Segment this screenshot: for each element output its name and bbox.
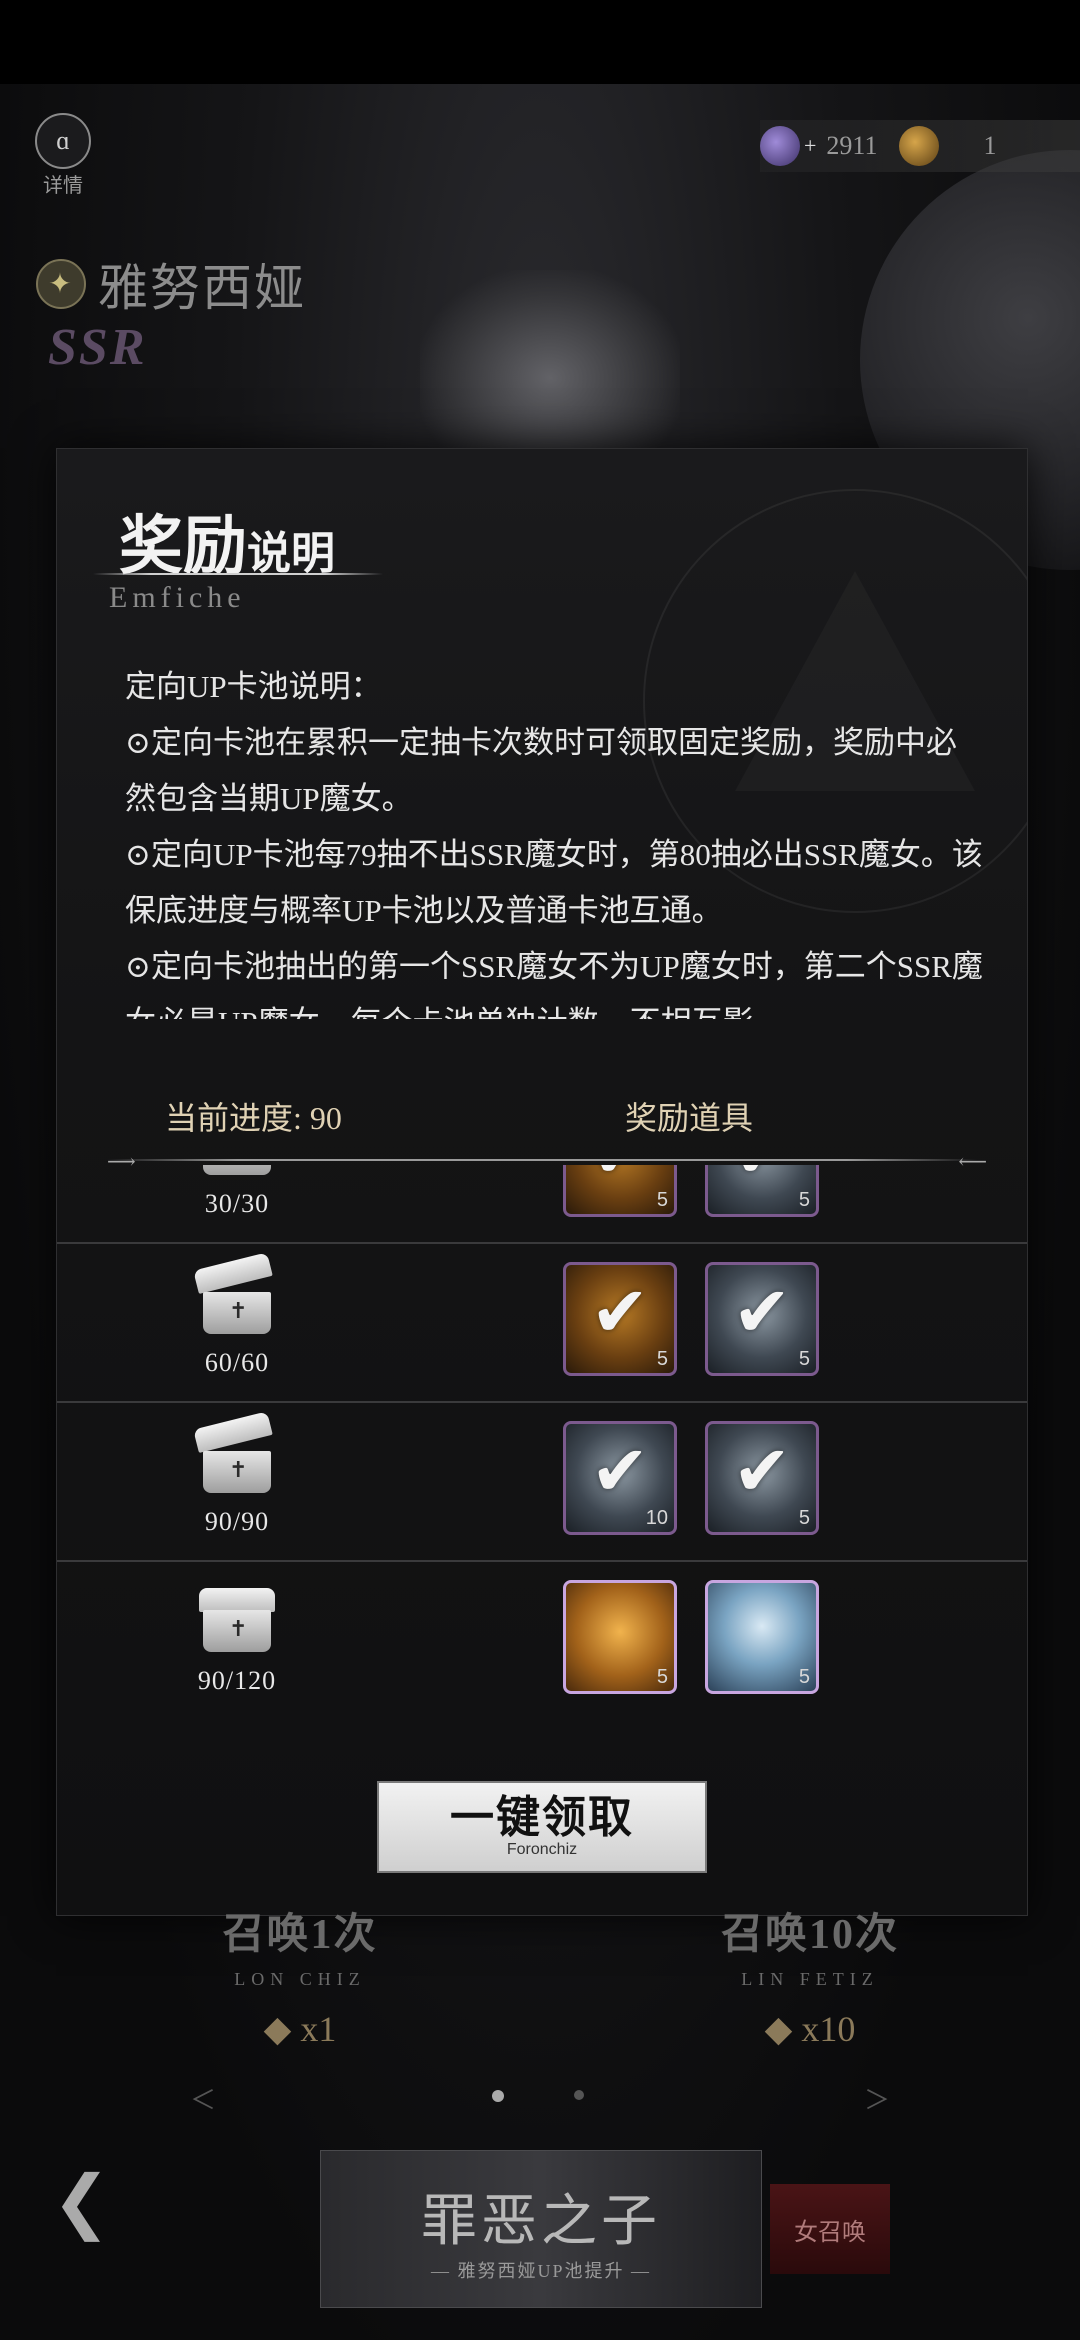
reward-items-label: 奖励道具: [625, 1100, 754, 1136]
reward-item-gold[interactable]: ✔ 5: [563, 1262, 677, 1376]
reward-list[interactable]: ✝ 30/30 ✔ 5 ✔ 5 ✝ 60/60: [57, 1165, 1027, 1725]
claim-all-button[interactable]: 一键领取 Foronchiz: [377, 1781, 707, 1873]
reward-row: ✝ 90/90 ✔ 10 ✔ 5: [57, 1403, 1027, 1562]
item-qty: 5: [656, 1348, 668, 1370]
character-name-text: 雅努西娅: [98, 260, 306, 316]
chest-open-icon: ✝: [193, 1411, 275, 1493]
reward-row: ✝ 60/60 ✔ 5 ✔ 5: [57, 1244, 1027, 1403]
reward-item-silver[interactable]: ✔ 10: [563, 1421, 677, 1535]
claim-all-label: 一键领取: [450, 1793, 634, 1842]
pager-dot[interactable]: [574, 2090, 584, 2100]
pool-description[interactable]: 定向UP卡池说明： ⊙定向卡池在累积一定抽卡次数时可领取固定奖励，奖励中必然包含…: [125, 659, 985, 1019]
ticket-icon: ◆: [263, 2009, 292, 2049]
details-button[interactable]: ɑ 详情: [28, 110, 98, 200]
description-line: ⊙定向卡池抽出的第一个SSR魔女不为UP魔女时，第二个SSR魔女必是UP魔女。每…: [125, 949, 983, 1019]
claimed-check-icon: ✔: [732, 1271, 792, 1353]
back-icon[interactable]: ❮: [52, 2160, 122, 2250]
claim-all-sublabel: Foronchiz: [506, 1841, 578, 1858]
row-count: 60/60: [204, 1348, 270, 1377]
summon-10-title: 召唤10次: [720, 1912, 899, 1958]
chest-icon: ✝: [199, 1588, 275, 1652]
banner2-label: 女召唤: [794, 2219, 866, 2246]
description-line: 定向UP卡池说明：: [125, 669, 382, 704]
reward-item-silver[interactable]: ✔ 5: [705, 1262, 819, 1376]
pager-dot-active[interactable]: [492, 2090, 504, 2102]
status-bar-area: [0, 0, 1080, 84]
reward-list-content: ✝ 30/30 ✔ 5 ✔ 5 ✝ 60/60: [57, 1165, 1027, 1719]
modal-title-big: 奖励: [119, 511, 247, 582]
item-qty: 5: [798, 1189, 810, 1211]
summon-10-cost: ◆ x10: [660, 2008, 960, 2050]
banner-pager: ＜ ＞: [0, 2080, 1080, 2115]
item-qty: 5: [798, 1666, 810, 1688]
summon-10-sub: LIN FETIZ: [741, 1969, 879, 1989]
description-line: ⊙定向卡池在累积一定抽卡次数时可领取固定奖励，奖励中必然包含当期UP魔女。: [125, 725, 957, 816]
banner-sub: — 雅努西娅UP池提升 —: [430, 2260, 651, 2281]
reward-item-gold[interactable]: ✔ 5: [563, 1165, 677, 1217]
row-count: 90/90: [204, 1507, 270, 1536]
reward-row: ✝ 30/30 ✔ 5 ✔ 5: [57, 1165, 1027, 1244]
ticket-icon: [899, 126, 940, 166]
summon-10-cost-value: x10: [801, 2009, 856, 2049]
summon-1-cost: ◆ x1: [150, 2008, 450, 2050]
details-icon: ɑ: [35, 112, 91, 169]
next-arrow-icon[interactable]: ＞: [864, 2080, 890, 2117]
character-art: [420, 270, 680, 450]
character-name: ✦ 雅努西娅: [36, 248, 306, 320]
claimed-check-icon: ✔: [590, 1430, 650, 1512]
gem-icon: [760, 126, 800, 166]
row-count: 90/120: [197, 1666, 277, 1695]
reward-item-portrait[interactable]: 5: [705, 1580, 819, 1694]
description-line: ⊙定向UP卡池每79抽不出SSR魔女时，第80抽必出SSR魔女。该保底进度与概率…: [125, 837, 983, 928]
modal-title-small: 说明: [247, 529, 335, 578]
modal-subtitle: Emfiche: [109, 581, 246, 614]
row-count: 30/30: [204, 1189, 270, 1218]
reward-item-silver[interactable]: ✔ 5: [705, 1165, 819, 1217]
pool-banner-secondary[interactable]: 女召唤: [770, 2184, 890, 2274]
item-qty: 10: [645, 1507, 668, 1529]
summon-1-title: 召唤1次: [222, 1912, 378, 1958]
summon-1-cost-value: x1: [300, 2009, 337, 2049]
claimed-check-icon: ✔: [732, 1430, 792, 1512]
details-label: 详情: [43, 174, 83, 197]
item-qty: 5: [798, 1348, 810, 1370]
summon-1-sub: LON CHIZ: [234, 1969, 366, 1989]
progress-divider: [107, 1159, 977, 1161]
ticket-icon: ◆: [764, 2009, 793, 2049]
reward-row: ✝ 90/120 5 5: [57, 1562, 1027, 1719]
item-qty: 5: [656, 1666, 668, 1688]
pool-banner[interactable]: 罪恶之子 — 雅努西娅UP池提升 —: [320, 2150, 762, 2308]
reward-info-modal: 奖励说明 Emfiche 定向UP卡池说明： ⊙定向卡池在累积一定抽卡次数时可领…: [56, 448, 1028, 1916]
progress-header: 当前进度: 90 奖励道具: [57, 1081, 1027, 1151]
current-progress-label: 当前进度: 90: [165, 1100, 342, 1136]
item-qty: 5: [798, 1507, 810, 1529]
title-divider: [93, 573, 383, 575]
prev-arrow-icon[interactable]: ＜: [190, 2080, 216, 2117]
reward-item-card[interactable]: 5: [563, 1580, 677, 1694]
chest-open-icon: ✝: [193, 1252, 275, 1334]
banner-title: 罪恶之子: [421, 2190, 661, 2253]
summon-1-button[interactable]: 召唤1次 LON CHIZ ◆ x1: [150, 1900, 450, 2050]
gacha-screen: ɑ 详情 + 2911 1 ✦ 雅努西娅 SSR 奖励说明 Emfiche 定向…: [0, 0, 1080, 2340]
rarity-label: SSR: [48, 319, 147, 376]
summon-10-button[interactable]: 召唤10次 LIN FETIZ ◆ x10: [660, 1900, 960, 2050]
chest-icon: ✝: [199, 1165, 275, 1175]
ticket-count: 1: [983, 131, 997, 160]
gem-count: 2911: [826, 131, 878, 160]
star-icon: ✦: [36, 259, 86, 309]
add-gem-icon[interactable]: +: [804, 133, 816, 159]
claimed-check-icon: ✔: [590, 1271, 650, 1353]
currency-bar: + 2911 1: [760, 120, 1080, 172]
reward-item-silver[interactable]: ✔ 5: [705, 1421, 819, 1535]
item-qty: 5: [656, 1189, 668, 1211]
